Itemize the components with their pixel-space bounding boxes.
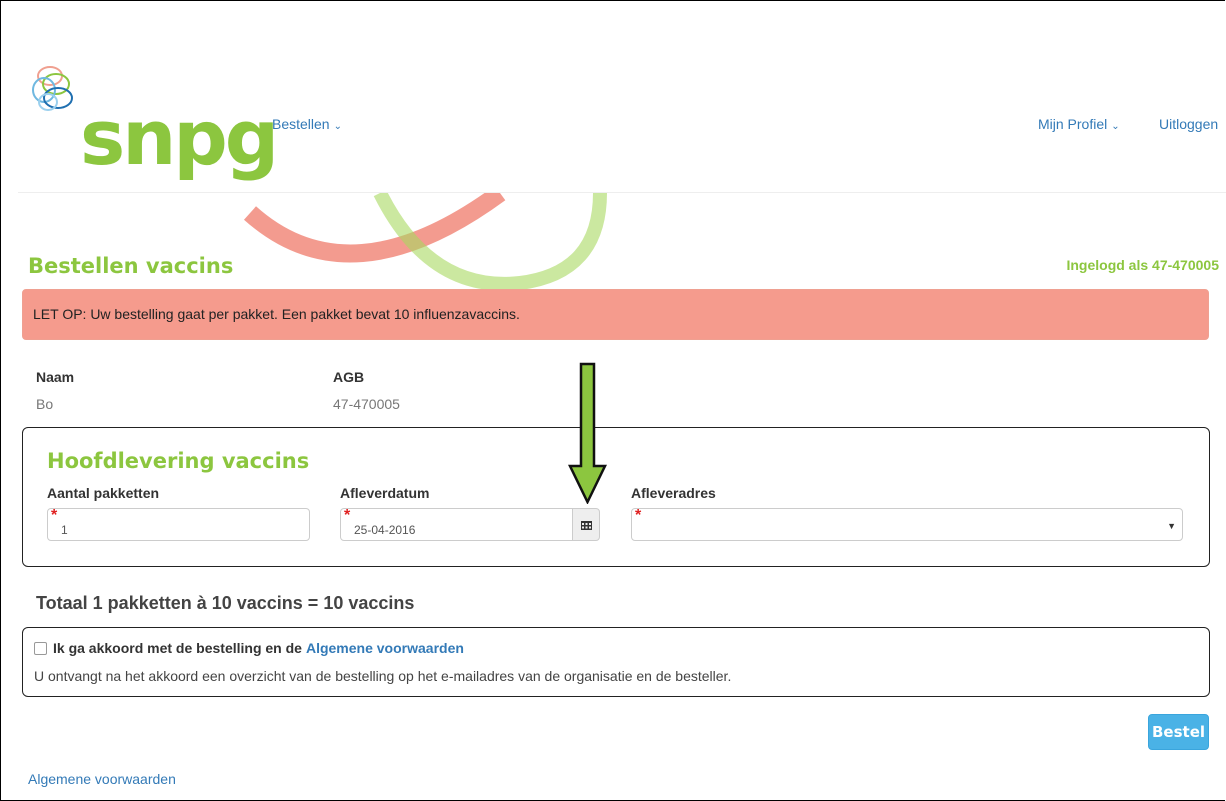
delivery-panel [22,427,1210,567]
required-marker: * [51,507,58,524]
nav-profiel-label: Mijn Profiel [1038,116,1108,132]
nav-profiel-menu[interactable]: Mijn Profiel ⌄ [1038,116,1120,132]
nav-uitloggen-link[interactable]: Uitloggen [1159,116,1218,132]
afleveradres-select[interactable]: * ▼ [631,507,1183,541]
agreement-panel [22,627,1210,697]
afleveradres-label: Afleveradres [631,485,716,501]
login-info: Ingelogd als 47-470005 [1066,257,1219,273]
chevron-down-icon: ⌄ [333,121,342,132]
aantal-pakketten-value: 1 [61,523,68,537]
afleverdatum-input[interactable]: * 25-04-2016 [340,507,573,541]
naam-label: Naam [36,369,75,385]
afleverdatum-label: Afleverdatum [340,485,430,501]
annotation-down-arrow-icon [568,362,607,504]
nav-bestellen-label: Bestellen [272,116,330,132]
alert-banner: LET OP: Uw bestelling gaat per pakket. E… [22,289,1209,340]
agb-label: AGB [333,369,365,385]
calendar-icon [580,520,592,530]
chevron-down-icon: ⌄ [1111,121,1120,132]
afleverdatum-value: 25-04-2016 [354,523,416,537]
aantal-pakketten-input[interactable]: * 1 [47,507,310,541]
page-title: Bestellen vaccins [28,254,234,278]
calendar-button[interactable] [572,508,600,541]
agreement-checkbox[interactable] [34,641,47,655]
naam-value: Bo [36,396,54,412]
decorative-arcs [243,193,607,291]
algemene-voorwaarden-link[interactable]: Algemene voorwaarden [306,640,464,656]
nav-bestellen-menu[interactable]: Bestellen ⌄ [272,116,342,132]
required-marker: * [635,507,642,524]
order-total: Totaal 1 pakketten à 10 vaccins = 10 vac… [36,593,415,613]
footer-voorwaarden-link[interactable]: Algemene voorwaarden [28,771,176,787]
required-marker: * [344,507,351,524]
agb-value: 47-470005 [333,396,400,412]
agreement-text: Ik ga akkoord met de bestelling en de [53,640,302,656]
delivery-heading: Hoofdlevering vaccins [47,449,310,473]
agreement-line: Ik ga akkoord met de bestelling en de Al… [34,640,464,656]
brand-logo-text: snpg [80,93,279,182]
bestel-button[interactable]: Bestel [1148,714,1209,750]
dropdown-arrow-icon: ▼ [1167,521,1176,531]
agreement-note: U ontvangt na het akkoord een overzicht … [34,668,732,684]
aantal-pakketten-label: Aantal pakketten [47,485,160,501]
